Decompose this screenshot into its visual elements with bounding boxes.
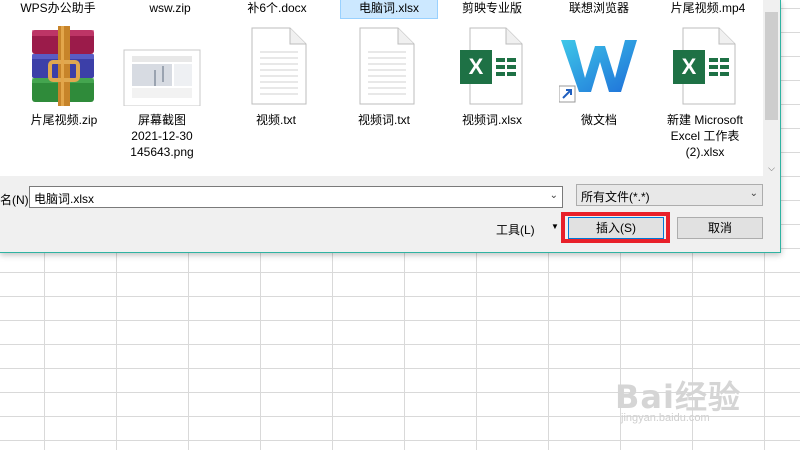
file-item-docx[interactable]: 补6个.docx (229, 0, 325, 18)
excel-file-icon: X (669, 26, 741, 106)
chevron-down-icon[interactable]: ⌄ (550, 190, 558, 201)
file-name: 电脑词.xlsx (358, 1, 419, 15)
filetype-value: 所有文件(*.*) (581, 190, 650, 204)
filename-label: 名(N): (0, 193, 32, 207)
file-item-selected[interactable]: 电脑词.xlsx (340, 0, 438, 19)
text-file-icon (348, 26, 420, 106)
annotation-highlight-box (561, 212, 670, 243)
wps-w-shortcut-icon (558, 26, 637, 106)
file-item-new-excel[interactable]: X 新建 Microsoft Excel 工作表 (2).xlsx (657, 26, 753, 160)
file-item-lenovo-browser[interactable]: 联想浏览器 (551, 0, 647, 18)
svg-text:X: X (682, 54, 697, 79)
file-name: 屏幕截图 2021-12-30 145643.png (130, 113, 194, 159)
excel-file-icon: X (456, 26, 528, 106)
file-name: 片尾视频.zip (30, 113, 98, 127)
filetype-select[interactable]: 所有文件(*.*) ⌄ (576, 184, 763, 206)
file-item-videoword-txt[interactable]: 视频词.txt (336, 26, 432, 128)
file-item-mp4[interactable]: 片尾视频.mp4 (657, 0, 759, 18)
vertical-scrollbar[interactable]: ⌵ (763, 0, 780, 176)
file-name: 视频.txt (255, 113, 296, 127)
file-item-wsw-zip[interactable]: wsw.zip (122, 0, 218, 18)
file-name: wsw.zip (149, 1, 191, 15)
chevron-down-icon[interactable]: ⌄ (750, 188, 758, 199)
watermark-logo-text: Bai经验 (615, 378, 741, 416)
text-file-icon (240, 26, 312, 106)
winrar-archive-icon (28, 26, 100, 106)
file-name: 补6个.docx (247, 1, 307, 15)
file-name: 剪映专业版 (461, 1, 522, 15)
file-name: WPS办公助手 (20, 1, 96, 15)
file-name: 视频词.xlsx (461, 113, 522, 127)
filename-value: 电脑词.xlsx (34, 192, 95, 206)
cancel-button-label: 取消 (707, 221, 732, 235)
file-item-videoword-xlsx[interactable]: X 视频词.xlsx (444, 26, 540, 128)
file-item-zip[interactable]: 片尾视频.zip (16, 26, 112, 128)
baidu-jingyan-watermark: Bai经验 jingyan.baidu.com (615, 372, 741, 424)
file-item-weidoc[interactable]: 微文档 (551, 26, 647, 128)
image-thumbnail-icon (123, 26, 201, 107)
file-name: 片尾视频.mp4 (670, 1, 746, 15)
watermark-url: jingyan.baidu.com (621, 412, 710, 424)
caret-down-icon[interactable]: ▼ (551, 222, 559, 231)
file-item-video-txt[interactable]: 视频.txt (228, 26, 324, 128)
cancel-button[interactable]: 取消 (677, 217, 763, 239)
file-item-screenshot-png[interactable]: 屏幕截图 2021-12-30 145643.png (114, 26, 210, 160)
file-name: 新建 Microsoft Excel 工作表 (2).xlsx (666, 113, 743, 159)
svg-text:X: X (469, 54, 484, 79)
filename-input[interactable]: 电脑词.xlsx ⌄ (29, 186, 563, 208)
scrollbar-thumb[interactable] (765, 12, 778, 120)
tools-menu-button[interactable]: 工具(L) (496, 221, 535, 238)
file-list-view[interactable]: WPS办公助手 wsw.zip 补6个.docx 电脑词.xlsx 剪映专业版 … (0, 0, 763, 176)
file-item-jianying[interactable]: 剪映专业版 (444, 0, 540, 18)
file-name: 微文档 (580, 113, 617, 127)
file-item-wps-assistant[interactable]: WPS办公助手 (10, 0, 106, 18)
scroll-down-icon[interactable]: ⌵ (763, 163, 780, 174)
file-name: 联想浏览器 (568, 1, 629, 15)
file-name: 视频词.txt (357, 113, 410, 127)
